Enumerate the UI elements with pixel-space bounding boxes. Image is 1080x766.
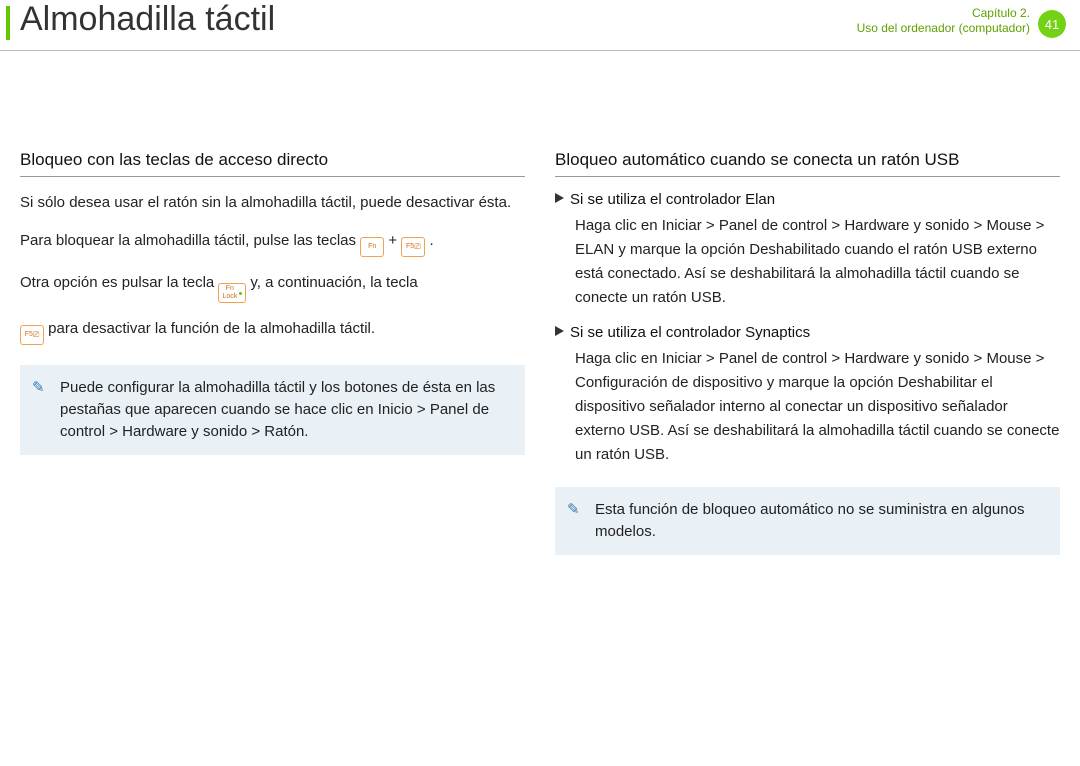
left-section-title: Bloqueo con las teclas de acceso directo bbox=[20, 150, 525, 177]
plus-sign: + bbox=[388, 232, 401, 249]
note-icon: ✎ bbox=[32, 377, 48, 393]
page-root: Almohadilla táctil Capítulo 2. Uso del o… bbox=[0, 0, 1080, 766]
left-note-text: Puede configurar la almohadilla táctil y… bbox=[60, 379, 495, 440]
page-title: Almohadilla táctil bbox=[20, 0, 275, 39]
left-paragraph-4: F5⎚ para desactivar la función de la alm… bbox=[20, 317, 525, 345]
left-p2-text-a: Para bloquear la almohadilla táctil, pul… bbox=[20, 232, 360, 249]
note-icon: ✎ bbox=[567, 499, 583, 515]
chapter-line-1: Capítulo 2. bbox=[857, 6, 1030, 21]
left-p4-text-b: para desactivar la función de la almohad… bbox=[48, 320, 375, 337]
title-accent-bar bbox=[6, 6, 10, 40]
arrow-icon bbox=[555, 193, 564, 203]
chapter-info: Capítulo 2. Uso del ordenador (computado… bbox=[857, 6, 1030, 36]
left-paragraph-3: Otra opción es pulsar la tecla Fn Lock y… bbox=[20, 271, 525, 303]
left-p2-text-b: . bbox=[429, 232, 433, 249]
key-fn-lock-label: Fn Lock bbox=[222, 285, 237, 301]
right-column: Bloqueo automático cuando se conecta un … bbox=[555, 150, 1060, 555]
page-number: 41 bbox=[1045, 17, 1059, 32]
content-columns: Bloqueo con las teclas de acceso directo… bbox=[20, 150, 1060, 555]
right-paragraph-1: Haga clic en Iniciar > Panel de control … bbox=[555, 214, 1060, 310]
key-f5-label: F5 bbox=[406, 243, 414, 251]
key-f5-label-2: F5 bbox=[25, 331, 33, 339]
right-section-title: Bloqueo automático cuando se conecta un … bbox=[555, 150, 1060, 177]
right-note-box: ✎ Esta función de bloqueo automático no … bbox=[555, 487, 1060, 555]
left-paragraph-1: Si sólo desea usar el ratón sin la almoh… bbox=[20, 191, 525, 215]
key-fn-lock-icon: Fn Lock bbox=[218, 283, 246, 303]
right-sub1-text: Si se utiliza el controlador Elan bbox=[570, 191, 775, 208]
key-fn-icon: Fn bbox=[360, 237, 384, 257]
key-f5-icon: F5⎚ bbox=[401, 237, 425, 257]
arrow-icon bbox=[555, 326, 564, 336]
right-subheading-synaptics: Si se utiliza el controlador Synaptics bbox=[555, 324, 1060, 341]
page-number-badge: 41 bbox=[1038, 10, 1066, 38]
left-column: Bloqueo con las teclas de acceso directo… bbox=[20, 150, 525, 555]
chapter-line-2: Uso del ordenador (computador) bbox=[857, 21, 1030, 36]
left-note-box: ✎ Puede configurar la almohadilla táctil… bbox=[20, 365, 525, 455]
right-subheading-elan: Si se utiliza el controlador Elan bbox=[555, 191, 1060, 208]
left-p3-text-a: Otra opción es pulsar la tecla bbox=[20, 274, 218, 291]
left-paragraph-2: Para bloquear la almohadilla táctil, pul… bbox=[20, 229, 525, 257]
key-f5-icon-2: F5⎚ bbox=[20, 325, 44, 345]
right-sub2-text: Si se utiliza el controlador Synaptics bbox=[570, 324, 810, 341]
page-header: Almohadilla táctil Capítulo 2. Uso del o… bbox=[0, 0, 1080, 52]
right-paragraph-2: Haga clic en Iniciar > Panel de control … bbox=[555, 347, 1060, 467]
header-divider bbox=[0, 50, 1080, 51]
left-p3-text-b: y, a continuación, la tecla bbox=[250, 274, 417, 291]
right-note-text: Esta función de bloqueo automático no se… bbox=[595, 501, 1024, 540]
